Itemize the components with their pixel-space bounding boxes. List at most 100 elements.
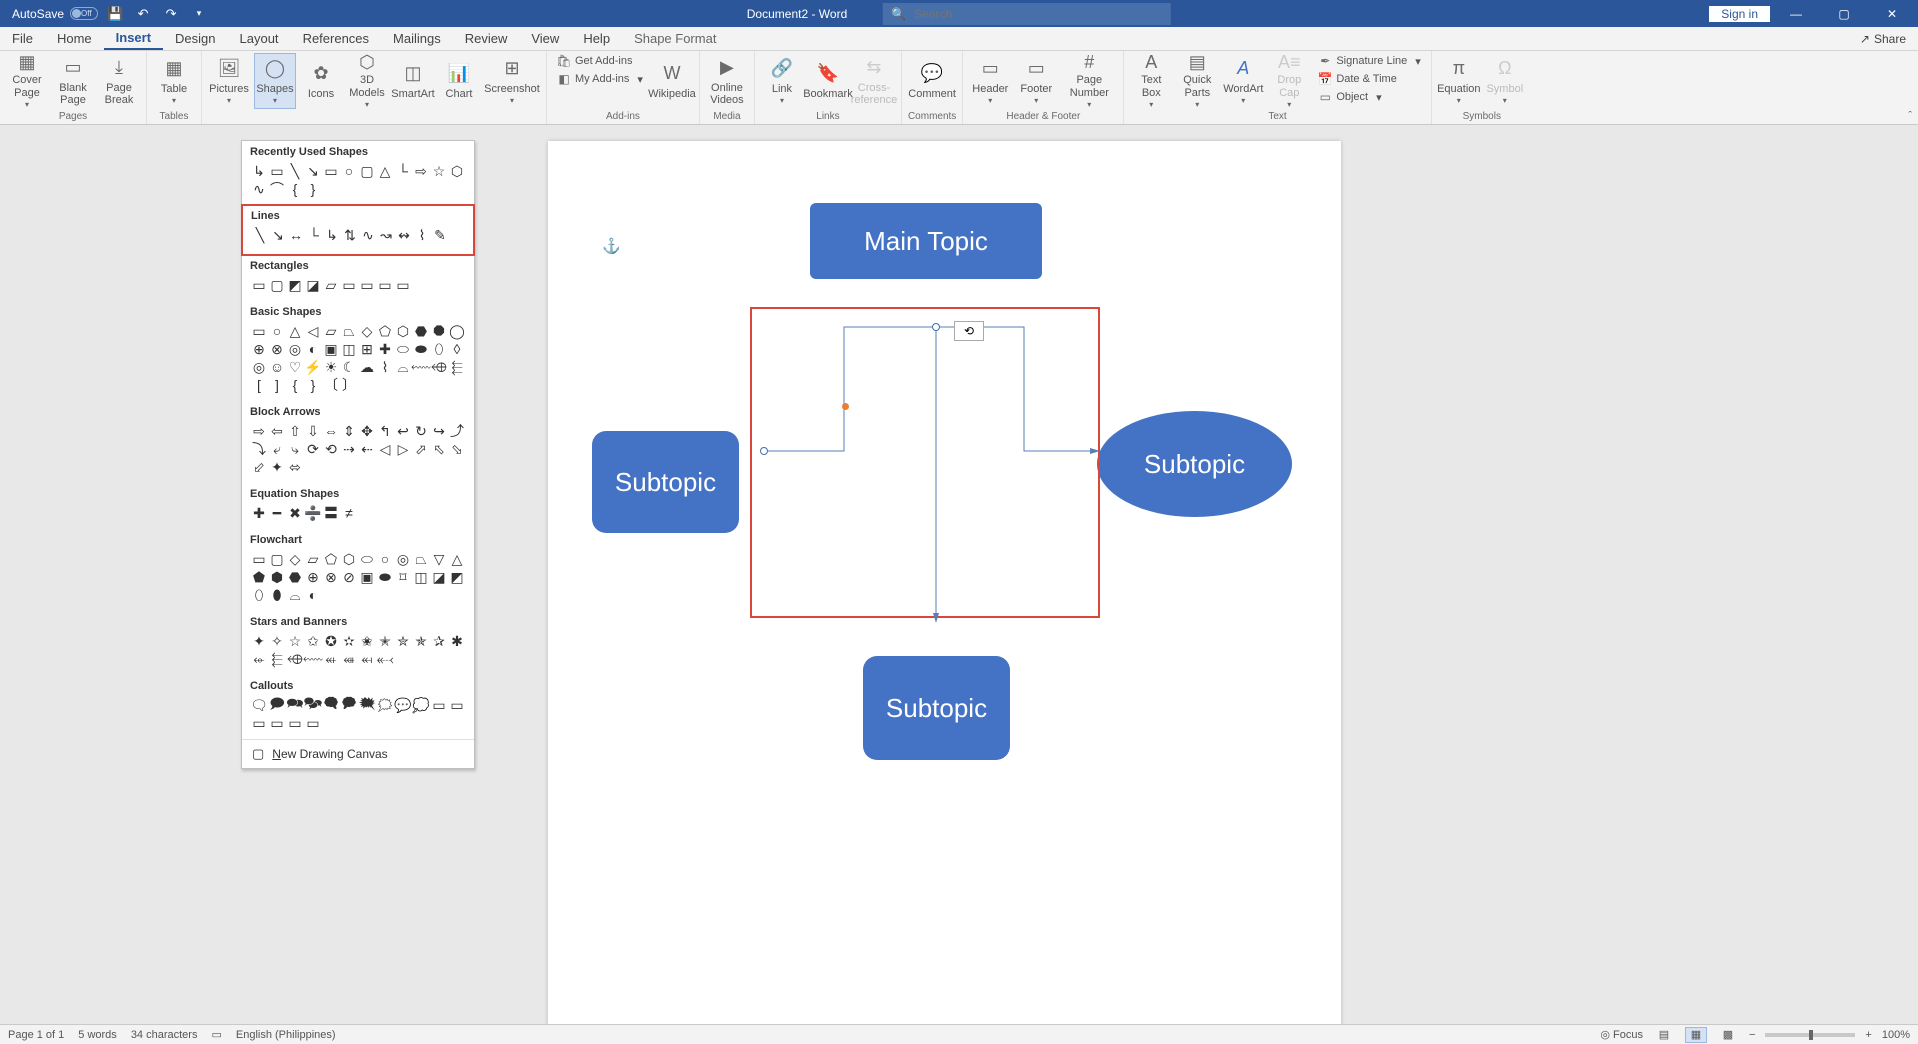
basic-oct[interactable]: ⯃	[430, 322, 448, 340]
shape-subtopic-right[interactable]: Subtopic	[1097, 411, 1292, 517]
basic-26[interactable]: ♡	[286, 358, 304, 376]
tab-mailings[interactable]: Mailings	[381, 27, 453, 50]
view-read-icon[interactable]: ▤	[1653, 1027, 1675, 1043]
st-15[interactable]: ⬲	[286, 650, 304, 668]
fc-9[interactable]: ◎	[394, 550, 412, 568]
fc-23[interactable]: ◪	[430, 568, 448, 586]
online-videos-button[interactable]: ▶Online Videos	[706, 53, 748, 109]
basic-30[interactable]: ☁	[358, 358, 376, 376]
basic-dr[interactable]: 〕	[340, 376, 358, 394]
basic-15[interactable]: ◐	[304, 340, 322, 358]
my-addins-button[interactable]: ◧My Add-ins▾	[553, 71, 647, 87]
eq-div[interactable]: ➗	[304, 504, 322, 522]
eq-neq[interactable]: ≠	[340, 504, 358, 522]
co-3[interactable]: 🗪	[286, 696, 304, 714]
co-8[interactable]: 🗯	[376, 696, 394, 714]
ba-d[interactable]: ⇩	[304, 422, 322, 440]
chart-button[interactable]: 📊Chart	[438, 53, 480, 109]
shape-hexagon[interactable]: ⬡	[448, 162, 466, 180]
ba-12[interactable]: ⤴	[448, 422, 466, 440]
st-18[interactable]: ⬵	[340, 650, 358, 668]
ba-u[interactable]: ⇧	[286, 422, 304, 440]
collapse-ribbon-icon[interactable]: ˆ	[1908, 110, 1912, 122]
st-10[interactable]: ✯	[412, 632, 430, 650]
st-19[interactable]: ⬶	[358, 650, 376, 668]
get-addins-button[interactable]: 🛍Get Add-ins	[553, 53, 647, 69]
screenshot-button[interactable]: ⊞Screenshot▾	[484, 53, 540, 109]
basic-para[interactable]: ▱	[322, 322, 340, 340]
shapes-button[interactable]: ◯Shapes▾	[254, 53, 296, 109]
shape-oval[interactable]: ○	[340, 162, 358, 180]
zoom-level[interactable]: 100%	[1882, 1029, 1910, 1041]
fc-17[interactable]: ⊗	[322, 568, 340, 586]
drop-cap-button[interactable]: A≡Drop Cap▾	[1268, 53, 1310, 109]
basic-22[interactable]: ⬯	[430, 340, 448, 358]
close-icon[interactable]: ✕	[1870, 0, 1914, 27]
fc-27[interactable]: ⌓	[286, 586, 304, 604]
redo-icon[interactable]: ↷	[160, 3, 182, 25]
basic-hept[interactable]: ⬣	[412, 322, 430, 340]
basic-29[interactable]: ☾	[340, 358, 358, 376]
link-button[interactable]: 🔗Link▾	[761, 53, 803, 109]
st-1[interactable]: ✦	[250, 632, 268, 650]
ba-22[interactable]: ⬀	[412, 440, 430, 458]
ba-15[interactable]: ⤷	[286, 440, 304, 458]
status-words[interactable]: 5 words	[78, 1029, 117, 1041]
fc-7[interactable]: ⬭	[358, 550, 376, 568]
tab-review[interactable]: Review	[453, 27, 520, 50]
ba-16[interactable]: ⟳	[304, 440, 322, 458]
wordart-button[interactable]: AWordArt▾	[1222, 53, 1264, 109]
line-elbow[interactable]: └	[305, 226, 323, 244]
fc-22[interactable]: ◫	[412, 568, 430, 586]
eq-mult[interactable]: ✖	[286, 504, 304, 522]
fc-25[interactable]: ⬯	[250, 586, 268, 604]
icons-button[interactable]: ✿Icons	[300, 53, 342, 109]
basic-pent[interactable]: ⬠	[376, 322, 394, 340]
basic-35[interactable]: ⬱	[448, 358, 466, 376]
rect-9[interactable]: ▭	[394, 276, 412, 294]
customize-qat-icon[interactable]: ▾	[188, 3, 210, 25]
co-15[interactable]: ▭	[286, 714, 304, 732]
share-button[interactable]: ↗Share	[1848, 27, 1918, 50]
basic-12[interactable]: ⊕	[250, 340, 268, 358]
ba-21[interactable]: ▷	[394, 440, 412, 458]
shape-elbow[interactable]: └	[394, 162, 412, 180]
co-5[interactable]: 🗬	[322, 696, 340, 714]
pictures-button[interactable]: 🖼Pictures▾	[208, 53, 250, 109]
status-language[interactable]: English (Philippines)	[236, 1029, 336, 1041]
fc-8[interactable]: ○	[376, 550, 394, 568]
tab-design[interactable]: Design	[163, 27, 227, 50]
ba-ud[interactable]: ⇕	[340, 422, 358, 440]
fc-3[interactable]: ◇	[286, 550, 304, 568]
basic-cbl[interactable]: {	[286, 376, 304, 394]
rect-8[interactable]: ▭	[376, 276, 394, 294]
page-number-button[interactable]: #Page Number▾	[1061, 53, 1117, 109]
st-5[interactable]: ✪	[322, 632, 340, 650]
maximize-icon[interactable]: ▢	[1822, 0, 1866, 27]
shape-curve[interactable]: ∿	[250, 180, 268, 198]
ba-26[interactable]: ✦	[268, 458, 286, 476]
bookmark-button[interactable]: 🔖Bookmark	[807, 53, 849, 109]
zoom-slider[interactable]	[1765, 1033, 1855, 1037]
st-13[interactable]: ⬰	[250, 650, 268, 668]
st-14[interactable]: ⬱	[268, 650, 286, 668]
co-1[interactable]: 🗨	[250, 696, 268, 714]
ba-13[interactable]: ⤵	[250, 440, 268, 458]
ba-19[interactable]: ⇠	[358, 440, 376, 458]
basic-13[interactable]: ⊗	[268, 340, 286, 358]
ba-25[interactable]: ⬃	[250, 458, 268, 476]
co-14[interactable]: ▭	[268, 714, 286, 732]
wikipedia-button[interactable]: WWikipedia	[651, 53, 693, 109]
basic-triangle[interactable]: △	[286, 322, 304, 340]
new-drawing-canvas-button[interactable]: ▢ New Drawing Canvas	[242, 739, 474, 768]
fc-19[interactable]: ▣	[358, 568, 376, 586]
st-7[interactable]: ✬	[358, 632, 376, 650]
rect-6[interactable]: ▭	[340, 276, 358, 294]
fc-14[interactable]: ⬢	[268, 568, 286, 586]
tab-view[interactable]: View	[519, 27, 571, 50]
header-button[interactable]: ▭Header▾	[969, 53, 1011, 109]
selection-handle-top[interactable]	[932, 323, 940, 331]
ba-l[interactable]: ⇦	[268, 422, 286, 440]
fc-6[interactable]: ⬡	[340, 550, 358, 568]
quick-parts-button[interactable]: ▤Quick Parts▾	[1176, 53, 1218, 109]
